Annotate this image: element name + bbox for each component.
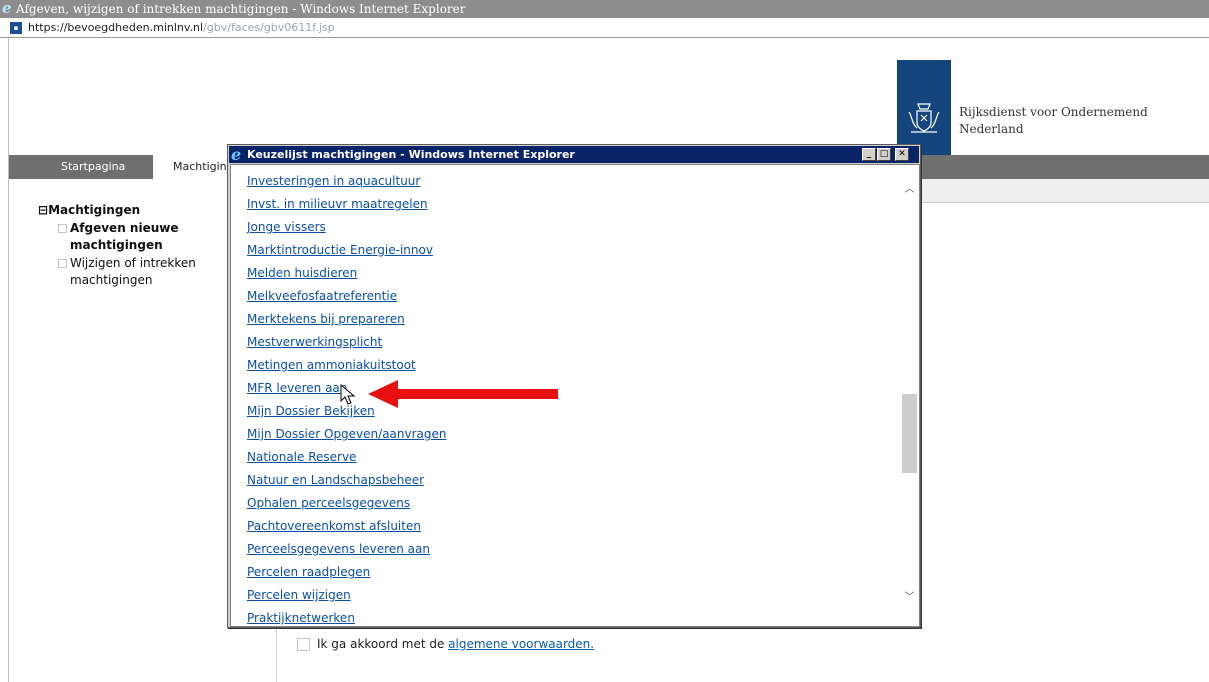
popup-title-bar[interactable]: e Keuzelijst machtigingen - Windows Inte… — [229, 146, 919, 163]
list-item-link[interactable]: Ophalen perceelsgegevens — [247, 494, 887, 517]
maximize-button[interactable]: □ — [877, 148, 891, 161]
page-left-border — [8, 38, 9, 682]
address-bar[interactable]: ▪ https://bevoegdheden.minlnv.nl/gbv/fac… — [0, 18, 1209, 38]
minimize-button[interactable]: _ — [862, 148, 876, 161]
list-item-link[interactable]: Invst. in milieuvr maatregelen — [247, 195, 887, 218]
list-item-link[interactable]: Percelen raadplegen — [247, 563, 887, 586]
list-item-link[interactable]: Metingen ammoniakuitstoot — [247, 356, 887, 379]
list-item-link[interactable]: Investeringen in aquacultuur — [247, 172, 887, 195]
list-item-link[interactable]: Merktekens bij prepareren — [247, 310, 887, 333]
list-item-link[interactable]: Melden huisdieren — [247, 264, 887, 287]
ie-icon: e — [231, 145, 242, 164]
sidebar-tree: ⊟Machtigingen Afgeven nieuwe machtiginge… — [38, 202, 258, 289]
collapse-icon[interactable]: ⊟ — [38, 203, 48, 217]
mouse-cursor-icon — [340, 384, 356, 405]
site-favicon: ▪ — [10, 22, 22, 34]
tree-root-label: Machtigingen — [48, 203, 141, 217]
terms-link[interactable]: algemene voorwaarden. — [448, 637, 594, 651]
sidebar-item-afgeven[interactable]: Afgeven nieuwe machtigingen — [38, 220, 258, 254]
leaf-node-icon — [58, 259, 67, 268]
terms-checkbox[interactable] — [297, 638, 310, 651]
keuzelijst-popup-window: e Keuzelijst machtigingen - Windows Inte… — [227, 144, 921, 628]
ie-icon: e — [2, 0, 12, 17]
content-divider — [276, 620, 277, 682]
list-item-link[interactable]: Perceelsgegevens leveren aan — [247, 540, 887, 563]
tab-startpagina[interactable]: Startpagina — [61, 155, 125, 179]
terms-text: Ik ga akkoord met de algemene voorwaarde… — [317, 637, 594, 651]
list-item-link[interactable]: Pachtovereenkomst afsluiten — [247, 517, 887, 540]
brand-line-1: Rijksdienst voor Ondernemend — [959, 105, 1148, 119]
list-item-link[interactable]: Melkveefosfaatreferentie — [247, 287, 887, 310]
list-item-link[interactable]: Marktintroductie Energie-innov — [247, 241, 887, 264]
url-host: https://bevoegdheden.minlnv.nl — [28, 21, 204, 34]
red-arrow-icon — [368, 380, 558, 408]
crest-icon — [908, 103, 940, 133]
scroll-up-icon[interactable]: ︿ — [902, 183, 917, 197]
list-item-link[interactable]: Mestverwerkingsplicht — [247, 333, 887, 356]
brand-line-2: Nederland — [959, 122, 1024, 136]
rijksoverheid-logo — [897, 60, 951, 156]
brand-name: Rijksdienst voor Ondernemend Nederland — [959, 104, 1148, 138]
vertical-scrollbar[interactable]: ︿ ﹀ — [900, 165, 919, 626]
scroll-down-icon[interactable]: ﹀ — [902, 591, 917, 605]
popup-title: Keuzelijst machtigingen - Windows Intern… — [247, 148, 575, 161]
popup-content: Investeringen in aquacultuur Invst. in m… — [230, 164, 920, 627]
address-url[interactable]: https://bevoegdheden.minlnv.nl/gbv/faces… — [28, 18, 335, 38]
list-item-link[interactable]: Jonge vissers — [247, 218, 887, 241]
tree-root-machtigingen[interactable]: ⊟Machtigingen — [38, 202, 258, 219]
list-item-link[interactable]: Mijn Dossier Opgeven/aanvragen — [247, 425, 887, 448]
terms-label: Ik ga akkoord met de — [317, 637, 449, 651]
scrollbar-thumb[interactable] — [902, 394, 917, 473]
window-title: Afgeven, wijzigen of intrekken machtigin… — [16, 2, 466, 16]
url-path: /gbv/faces/gbv0611f.jsp — [203, 21, 335, 34]
sidebar-item-wijzigen[interactable]: Wijzigen of intrekken machtigingen — [38, 255, 258, 289]
leaf-node-icon — [58, 224, 67, 233]
window-title-bar: e Afgeven, wijzigen of intrekken machtig… — [0, 0, 1209, 18]
close-button[interactable]: ✕ — [895, 148, 909, 161]
list-item-link[interactable]: Natuur en Landschapsbeheer — [247, 471, 887, 494]
list-item-link[interactable]: Nationale Reserve — [247, 448, 887, 471]
list-item-link[interactable]: Praktijknetwerken — [247, 609, 887, 626]
list-item-link[interactable]: Percelen wijzigen — [247, 586, 887, 609]
